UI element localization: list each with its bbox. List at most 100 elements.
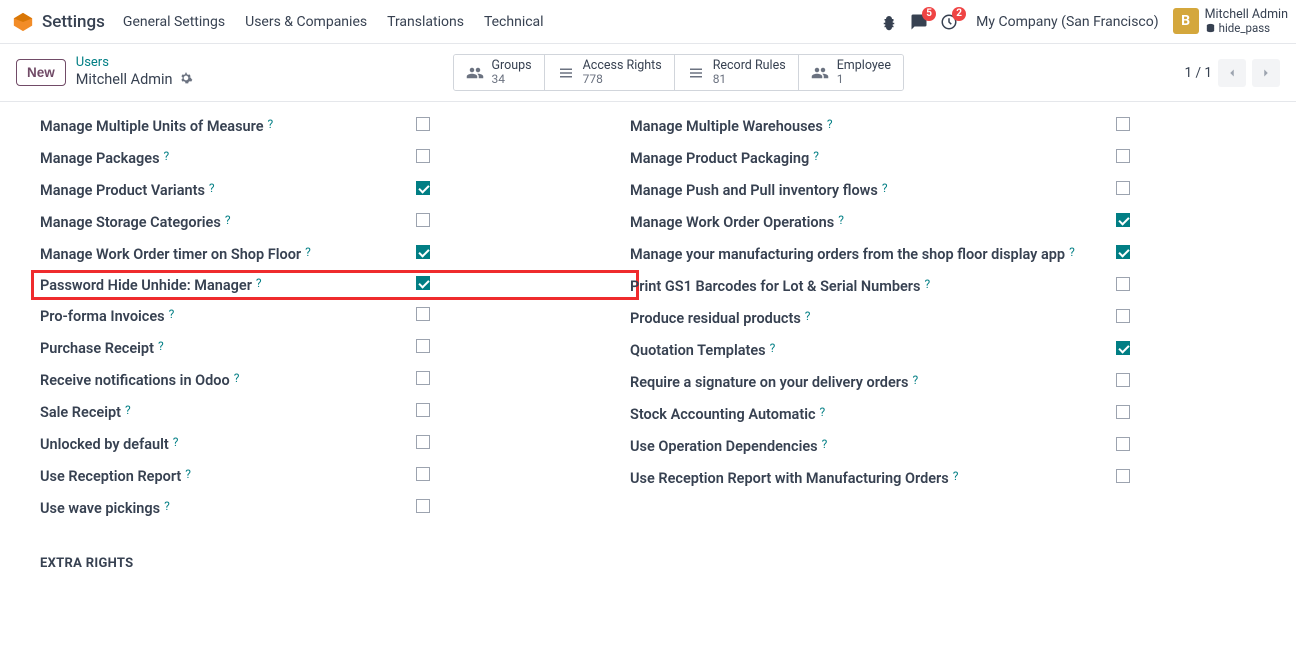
permission-row: Manage Work Order timer on Shop Floor?	[40, 238, 630, 270]
help-icon[interactable]: ?	[164, 149, 170, 163]
permission-row: Use Reception Report with Manufacturing …	[630, 462, 1220, 494]
debug-icon[interactable]	[880, 13, 898, 31]
permission-row: Unlocked by default?	[40, 428, 630, 460]
permission-row: Manage Work Order Operations?	[630, 206, 1220, 238]
permission-checkbox[interactable]	[416, 245, 430, 259]
permission-checkbox[interactable]	[1116, 277, 1130, 291]
help-icon[interactable]: ?	[164, 499, 170, 513]
smart-button-employee[interactable]: Employee1	[799, 55, 903, 90]
permission-checkbox[interactable]	[416, 371, 430, 385]
help-icon[interactable]: ?	[185, 467, 191, 481]
permission-label: Manage Work Order timer on Shop Floor?	[40, 246, 311, 263]
permission-label: Print GS1 Barcodes for Lot & Serial Numb…	[630, 278, 930, 295]
permission-checkbox[interactable]	[416, 149, 430, 163]
permission-checkbox[interactable]	[416, 181, 430, 195]
extra-rights-header: EXTRA RIGHTS	[40, 556, 1220, 575]
permission-checkbox[interactable]	[416, 307, 430, 321]
permission-row: Use Operation Dependencies?	[630, 430, 1220, 462]
permission-checkbox[interactable]	[416, 117, 430, 131]
permission-row: Manage Product Variants?	[40, 174, 630, 206]
company-switcher[interactable]: My Company (San Francisco)	[976, 14, 1158, 30]
permission-checkbox[interactable]	[416, 276, 430, 290]
help-icon[interactable]: ?	[838, 213, 844, 227]
list-icon	[557, 64, 575, 82]
permission-checkbox[interactable]	[416, 435, 430, 449]
help-icon[interactable]: ?	[805, 309, 811, 323]
help-icon[interactable]: ?	[953, 469, 959, 483]
permission-row: Pro-forma Invoices?	[40, 300, 630, 332]
pager-prev-button[interactable]	[1218, 59, 1246, 87]
permission-row: Manage Storage Categories?	[40, 206, 630, 238]
help-icon[interactable]: ?	[125, 403, 131, 417]
permission-label: Manage Product Packaging?	[630, 150, 819, 167]
help-icon[interactable]: ?	[225, 213, 231, 227]
help-icon[interactable]: ?	[209, 181, 215, 195]
help-icon[interactable]: ?	[169, 307, 175, 321]
breadcrumb-users[interactable]: Users	[76, 56, 193, 71]
help-icon[interactable]: ?	[1069, 245, 1075, 259]
form-content: Manage Multiple Units of Measure? Manage …	[0, 102, 1260, 615]
permission-row: Manage Push and Pull inventory flows?	[630, 174, 1220, 206]
smart-button-access-rights[interactable]: Access Rights778	[545, 55, 675, 90]
new-button[interactable]: New	[16, 59, 66, 86]
permission-checkbox[interactable]	[1116, 405, 1130, 419]
permission-checkbox[interactable]	[1116, 149, 1130, 163]
permission-label: Require a signature on your delivery ord…	[630, 374, 918, 391]
permission-label: Manage Product Variants?	[40, 182, 215, 199]
permission-label: Manage Multiple Units of Measure?	[40, 118, 273, 135]
permission-row: Manage your manufacturing orders from th…	[630, 238, 1220, 270]
pager-text[interactable]: 1 / 1	[1185, 65, 1212, 81]
permission-row: Receive notifications in Odoo?	[40, 364, 630, 396]
permission-checkbox[interactable]	[1116, 181, 1130, 195]
pager-next-button[interactable]	[1252, 59, 1280, 87]
breadcrumb-current: Mitchell Admin	[76, 71, 193, 90]
help-icon[interactable]: ?	[912, 373, 918, 387]
permission-row: Sale Receipt?	[40, 396, 630, 428]
permission-checkbox[interactable]	[416, 467, 430, 481]
help-icon[interactable]: ?	[173, 435, 179, 449]
help-icon[interactable]: ?	[924, 277, 930, 291]
permission-label: Manage Multiple Warehouses?	[630, 118, 832, 135]
app-title[interactable]: Settings	[42, 12, 105, 32]
help-icon[interactable]: ?	[882, 181, 888, 195]
nav-link-translations[interactable]: Translations	[387, 14, 464, 30]
user-menu[interactable]: B Mitchell Admin hide_pass	[1173, 8, 1288, 34]
smart-button-record-rules[interactable]: Record Rules81	[675, 55, 799, 90]
permission-checkbox[interactable]	[1116, 213, 1130, 227]
help-icon[interactable]: ?	[822, 437, 828, 451]
permission-checkbox[interactable]	[1116, 469, 1130, 483]
smart-button-groups[interactable]: Groups34	[454, 55, 545, 90]
activities-icon[interactable]: 2	[940, 13, 958, 31]
permission-checkbox[interactable]	[1116, 373, 1130, 387]
permission-row: Stock Accounting Automatic?	[630, 398, 1220, 430]
nav-link-users-companies[interactable]: Users & Companies	[245, 14, 367, 30]
help-icon[interactable]: ?	[234, 371, 240, 385]
messages-icon[interactable]: 5	[910, 13, 928, 31]
gear-icon[interactable]	[179, 71, 193, 90]
permission-checkbox[interactable]	[416, 339, 430, 353]
permission-checkbox[interactable]	[416, 213, 430, 227]
help-icon[interactable]: ?	[256, 276, 262, 290]
permission-checkbox[interactable]	[416, 499, 430, 513]
app-logo[interactable]	[12, 11, 34, 33]
smart-buttons: Groups34 Access Rights778 Record Rules81…	[453, 54, 904, 91]
help-icon[interactable]: ?	[827, 117, 833, 131]
help-icon[interactable]: ?	[305, 245, 311, 259]
permission-checkbox[interactable]	[1116, 117, 1130, 131]
permission-label: Manage your manufacturing orders from th…	[630, 246, 1075, 263]
top-nav: Settings General Settings Users & Compan…	[0, 0, 1296, 44]
chevron-left-icon	[1225, 66, 1239, 80]
help-icon[interactable]: ?	[268, 117, 274, 131]
help-icon[interactable]: ?	[770, 341, 776, 355]
help-icon[interactable]: ?	[820, 405, 826, 419]
permission-checkbox[interactable]	[1116, 309, 1130, 323]
permission-row: Print GS1 Barcodes for Lot & Serial Numb…	[630, 270, 1220, 302]
permission-checkbox[interactable]	[1116, 341, 1130, 355]
permission-checkbox[interactable]	[1116, 245, 1130, 259]
help-icon[interactable]: ?	[813, 149, 819, 163]
permission-checkbox[interactable]	[416, 403, 430, 417]
nav-link-general-settings[interactable]: General Settings	[123, 14, 225, 30]
permission-checkbox[interactable]	[1116, 437, 1130, 451]
help-icon[interactable]: ?	[158, 339, 164, 353]
nav-link-technical[interactable]: Technical	[484, 14, 544, 30]
